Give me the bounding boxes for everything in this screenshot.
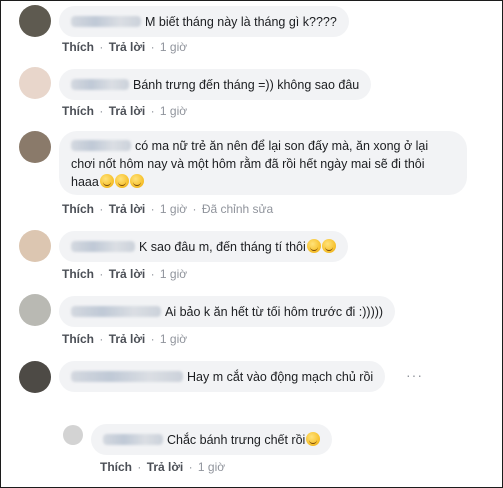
pensive-emoji-icon: [306, 432, 321, 446]
comment-time[interactable]: 1 giờ: [160, 104, 187, 118]
reply-link[interactable]: Trả lời: [109, 202, 146, 216]
comment-time[interactable]: 1 giờ: [160, 202, 187, 216]
separator: ·: [99, 202, 104, 216]
comment-bubble: Ai bảo k ăn hết từ tối hôm trước đi :)))…: [59, 296, 396, 327]
reply-text: Chắc bánh trưng chết rồi: [167, 433, 306, 447]
avatar[interactable]: [19, 230, 51, 262]
comment-text: M biết tháng này là tháng gì k????: [145, 15, 337, 29]
commenter-name-blurred[interactable]: [71, 79, 129, 90]
comment-text: Bánh trưng đến tháng =)) không sao đâu: [133, 78, 360, 92]
comment-text: K sao đâu m, đến tháng tí thôi: [139, 240, 306, 254]
avatar[interactable]: [19, 67, 51, 99]
separator: ·: [150, 332, 155, 346]
comment-bubble: có ma nữ trẻ ăn nên để lại son đấy mà, ă…: [59, 131, 467, 195]
commenter-name-blurred[interactable]: [71, 241, 135, 252]
like-link[interactable]: Thích: [62, 40, 94, 54]
commenter-name-blurred[interactable]: [71, 140, 131, 151]
avatar[interactable]: [19, 294, 51, 326]
like-link[interactable]: Thích: [100, 460, 132, 474]
comment-thread: M biết tháng này là tháng gì k???? Thích…: [0, 0, 503, 488]
reply-link[interactable]: Trả lời: [109, 267, 146, 281]
comment-bubble: Bánh trưng đến tháng =)) không sao đâu: [59, 69, 372, 100]
like-link[interactable]: Thích: [62, 104, 94, 118]
comment-actions: Thích · Trả lời · 1 giờ: [62, 40, 187, 54]
comment-bubble: K sao đâu m, đến tháng tí thôi: [59, 231, 348, 262]
reply-bubble: Chắc bánh trưng chết rồi: [91, 424, 333, 455]
separator: ·: [99, 104, 104, 118]
pensive-emoji-icon: [321, 239, 336, 253]
comment-text: Ai bảo k ăn hết từ tối hôm trước đi :)))…: [165, 305, 384, 319]
reply-link[interactable]: Trả lời: [147, 460, 184, 474]
comment-bubble: Hay m cắt vào động mạch chủ rồi: [59, 361, 386, 392]
comment-time[interactable]: 1 giờ: [160, 332, 187, 346]
ellipsis-icon[interactable]: ···: [406, 367, 423, 383]
comment-actions: Thích · Trả lời · 1 giờ: [62, 332, 187, 346]
comment-text: Hay m cắt vào động mạch chủ rồi: [187, 370, 374, 384]
like-link[interactable]: Thích: [62, 267, 94, 281]
commenter-name-blurred[interactable]: [71, 16, 141, 27]
comment-actions: Thích · Trả lời · 1 giờ: [62, 267, 187, 281]
reply-link[interactable]: Trả lời: [109, 104, 146, 118]
separator: ·: [99, 40, 104, 54]
comment-actions: Thích · Trả lời · 1 giờ · Đã chỉnh sửa: [62, 202, 273, 216]
commenter-name-blurred[interactable]: [71, 306, 161, 317]
separator: ·: [99, 332, 104, 346]
separator: ·: [150, 202, 155, 216]
avatar[interactable]: [63, 425, 83, 445]
rofl-emoji-icon: [114, 174, 129, 188]
commenter-name-blurred[interactable]: [71, 371, 183, 382]
avatar[interactable]: [19, 361, 51, 393]
avatar[interactable]: [19, 131, 51, 163]
pensive-emoji-icon: [306, 239, 321, 253]
like-link[interactable]: Thích: [62, 202, 94, 216]
rofl-emoji-icon: [129, 174, 144, 188]
comment-bubble: M biết tháng này là tháng gì k????: [59, 6, 349, 37]
reply-actions: Thích · Trả lời · 1 giờ: [100, 460, 225, 474]
edited-label[interactable]: Đã chỉnh sửa: [202, 202, 273, 216]
rofl-emoji-icon: [99, 174, 114, 188]
comment-time[interactable]: 1 giờ: [198, 460, 225, 474]
separator: ·: [150, 104, 155, 118]
comment-time[interactable]: 1 giờ: [160, 267, 187, 281]
like-link[interactable]: Thích: [62, 332, 94, 346]
comment-actions: Thích · Trả lời · 1 giờ: [62, 104, 187, 118]
separator: ·: [188, 460, 193, 474]
reply-link[interactable]: Trả lời: [109, 40, 146, 54]
commenter-name-blurred[interactable]: [103, 434, 163, 445]
reply-link[interactable]: Trả lời: [109, 332, 146, 346]
separator: ·: [192, 202, 197, 216]
separator: ·: [150, 40, 155, 54]
avatar[interactable]: [19, 5, 51, 37]
separator: ·: [150, 267, 155, 281]
comment-time[interactable]: 1 giờ: [160, 40, 187, 54]
separator: ·: [99, 267, 104, 281]
separator: ·: [137, 460, 142, 474]
